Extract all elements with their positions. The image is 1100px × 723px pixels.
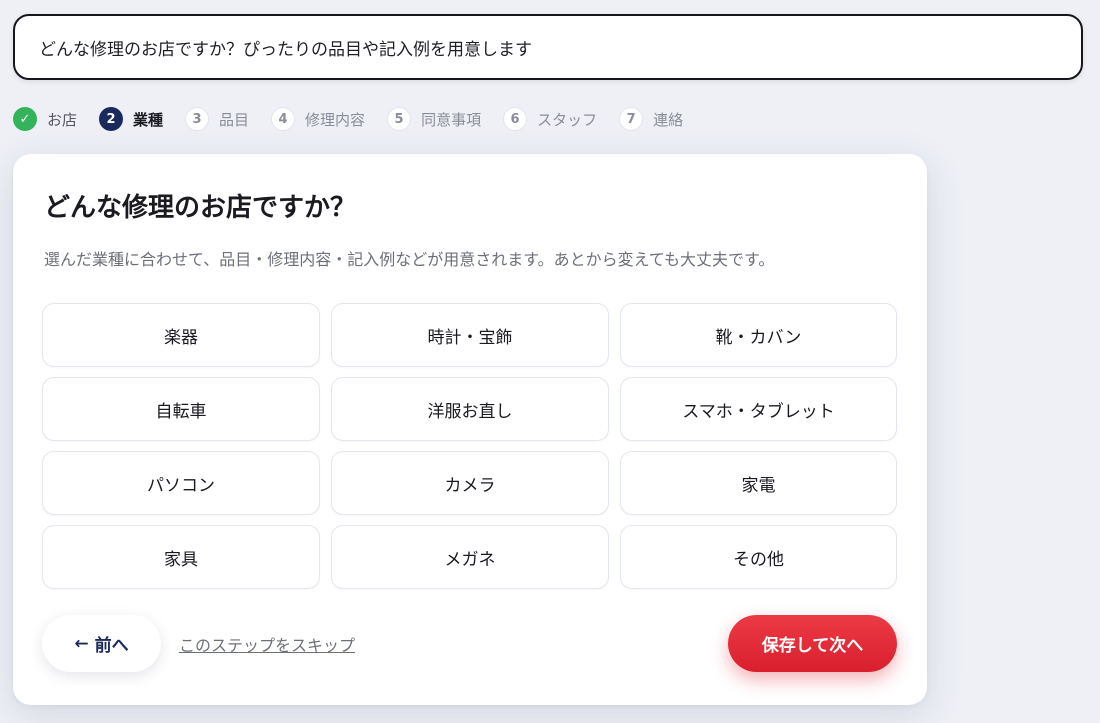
save-next-button[interactable]: 保存して次へ [728,615,897,672]
step-label: スタッフ [537,110,598,129]
step-staff[interactable]: 6 スタッフ [503,107,597,131]
option-bicycles[interactable]: 自転車 [42,377,320,441]
step-number: 6 [503,107,528,131]
arrow-left-icon: ← [74,633,89,654]
skip-step-link[interactable]: このステップをスキップ [179,632,355,656]
option-glasses[interactable]: メガネ [331,525,609,589]
industry-card: どんな修理のお店ですか？ 選んだ業種に合わせて、品目・修理内容・記入例などが用意… [13,154,927,705]
step-number: 3 [185,107,210,131]
step-label: 修理内容 [305,110,366,129]
step-repair-details[interactable]: 4 修理内容 [271,107,365,131]
option-furniture[interactable]: 家具 [42,525,320,589]
option-watches-jewelry[interactable]: 時計・宝飾 [331,303,609,367]
step-items[interactable]: 3 品目 [185,107,249,131]
step-label: 品目 [219,110,250,129]
option-clothing-alterations[interactable]: 洋服お直し [331,377,609,441]
option-other[interactable]: その他 [620,525,897,589]
step-number: 4 [271,107,296,131]
step-number: 2 [99,107,124,131]
banner-text: どんな修理のお店ですか？ぴったりの品目や記入例を用意します [39,39,532,60]
save-next-label: 保存して次へ [761,636,864,656]
back-button-label: 前へ [94,636,129,656]
check-icon: ✓ [13,107,37,131]
step-contact[interactable]: 7 連絡 [619,107,683,131]
industry-options-grid: 楽器 時計・宝飾 靴・カバン 自転車 洋服お直し スマホ・タブレット パソコン … [42,303,898,589]
step-label: 連絡 [653,110,684,129]
option-cameras[interactable]: カメラ [331,451,609,515]
step-number: 7 [619,107,644,131]
step-shop[interactable]: ✓ お店 [13,107,77,131]
card-title: どんな修理のお店ですか？ [44,193,357,223]
step-label: 同意事項 [421,110,482,129]
progress-stepper: ✓ お店 2 業種 3 品目 4 修理内容 5 同意事項 6 スタッフ 7 連絡 [13,106,705,132]
back-button[interactable]: ← 前へ [42,615,161,672]
option-smartphones-tablets[interactable]: スマホ・タブレット [620,377,897,441]
step-label: 業種 [133,110,164,129]
option-instruments[interactable]: 楽器 [42,303,320,367]
option-computers[interactable]: パソコン [42,451,320,515]
step-industry[interactable]: 2 業種 [99,107,163,131]
option-appliances[interactable]: 家電 [620,451,897,515]
step-number: 5 [387,107,412,131]
step-consent[interactable]: 5 同意事項 [387,107,481,131]
step-label: お店 [47,110,78,129]
intro-banner: どんな修理のお店ですか？ぴったりの品目や記入例を用意します [13,14,1083,80]
card-description: 選んだ業種に合わせて、品目・修理内容・記入例などが用意されます。あとから変えても… [44,250,775,269]
option-shoes-bags[interactable]: 靴・カバン [620,303,897,367]
